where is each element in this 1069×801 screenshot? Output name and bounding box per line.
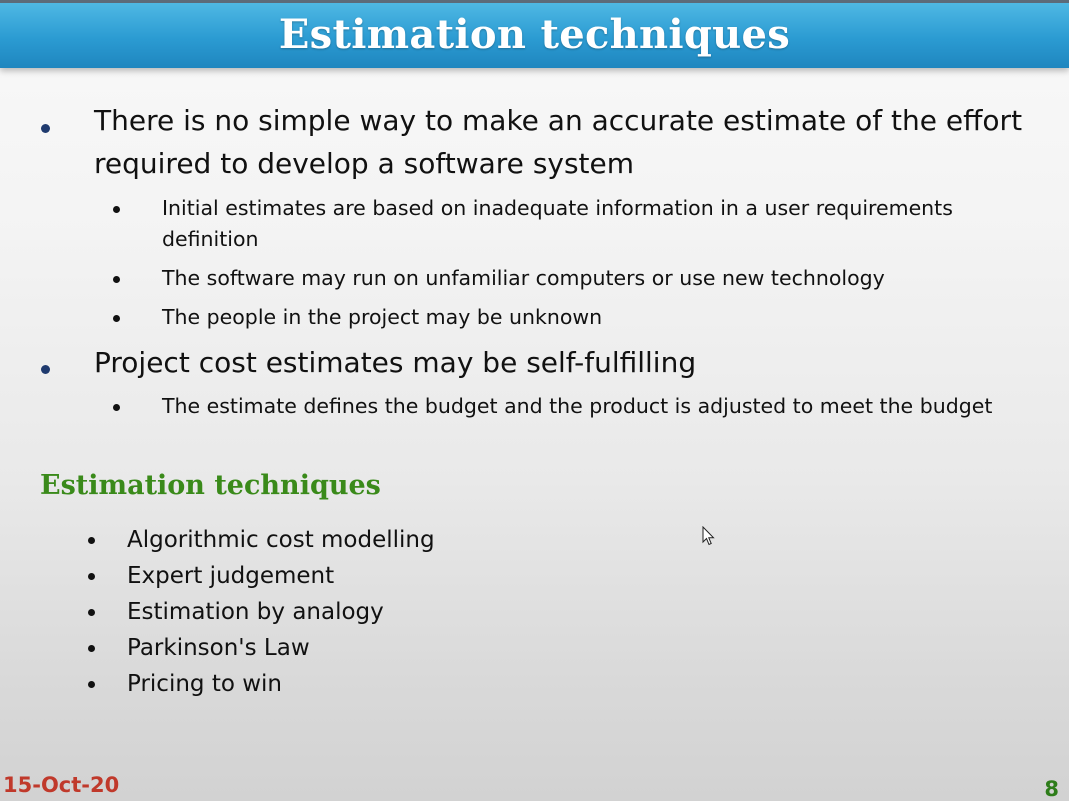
page-number: 8 — [1044, 777, 1059, 801]
technique-bullet-dot — [88, 537, 95, 544]
technique-item: Estimation by analogy — [127, 599, 384, 625]
bullet-dot — [41, 124, 50, 133]
sub-bullet-dot — [113, 315, 120, 322]
section-heading: Estimation techniques — [40, 470, 381, 501]
sub-bullet-text: The software may run on unfamiliar compu… — [162, 266, 885, 290]
technique-item: Expert judgement — [127, 563, 335, 589]
bullet-text: There is no simple way to make an accura… — [94, 104, 1023, 180]
sub-bullet-dot — [113, 404, 120, 411]
sub-bullet-dot — [113, 276, 120, 283]
technique-item: Parkinson's Law — [127, 635, 310, 661]
slide-date: 15-Oct-20 — [3, 773, 120, 797]
technique-bullet-dot — [88, 681, 95, 688]
technique-item: Algorithmic cost modelling — [127, 527, 435, 553]
technique-item: Pricing to win — [127, 671, 283, 697]
sub-bullet-dot — [113, 206, 120, 213]
slide-title: Estimation techniques — [278, 11, 791, 58]
title-bar: Estimation techniques — [0, 0, 1069, 68]
technique-bullet-dot — [88, 573, 95, 580]
sub-bullet-text: The people in the project may be unknown — [162, 305, 603, 329]
technique-bullet-dot — [88, 609, 95, 616]
bullet-dot — [41, 365, 50, 374]
bullet-text: Project cost estimates may be self-fulfi… — [94, 346, 697, 379]
sub-bullet-text: The estimate defines the budget and the … — [162, 394, 993, 418]
mouse-pointer-icon — [702, 526, 715, 546]
sub-bullet-text: Initial estimates are based on inadequat… — [162, 196, 953, 251]
technique-bullet-dot — [88, 645, 95, 652]
